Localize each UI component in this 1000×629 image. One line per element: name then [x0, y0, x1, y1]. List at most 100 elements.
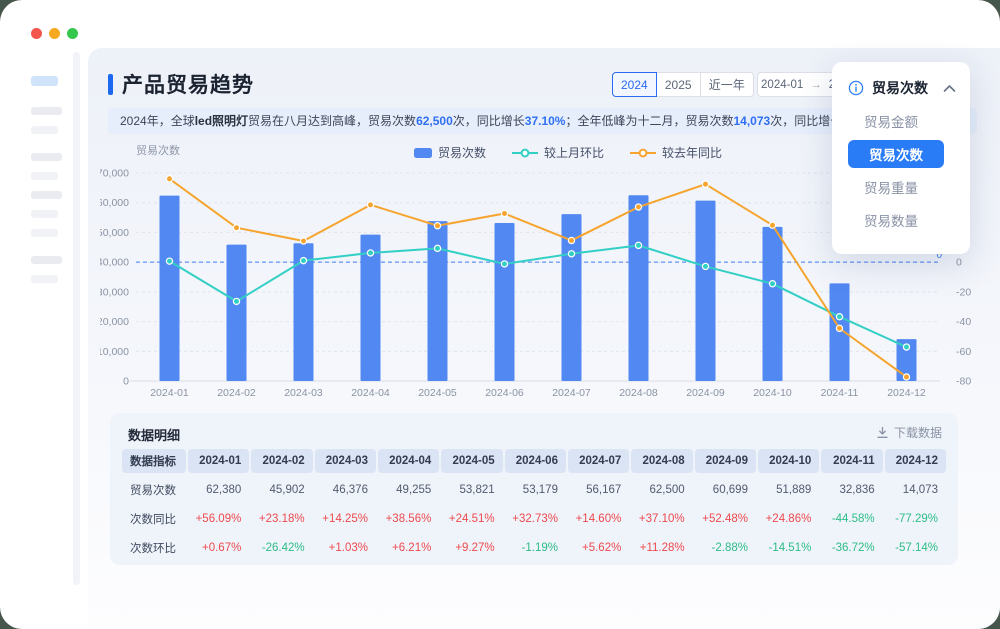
line-marker	[769, 222, 775, 228]
summary-segment: 14,073	[734, 114, 771, 128]
legend-item[interactable]: 贸易次数	[414, 144, 486, 161]
table-value-cell: 49,255	[378, 484, 439, 496]
chevron-up-icon[interactable]	[943, 84, 956, 93]
sidebar-item-active[interactable]	[31, 76, 58, 86]
line-marker	[903, 344, 909, 350]
table-value-cell: 62,380	[188, 484, 249, 496]
table-header-cell: 2024-02	[251, 449, 312, 473]
sidebar-item[interactable]	[31, 153, 62, 161]
table-value-cell: -26.42%	[251, 542, 312, 554]
line-marker	[166, 258, 172, 264]
close-button[interactable]	[31, 28, 42, 39]
left-axis-tick: 10,000	[100, 346, 129, 358]
table-header-cell: 2024-09	[695, 449, 756, 473]
metric-option[interactable]: 贸易次数	[848, 140, 944, 168]
line-marker	[367, 250, 373, 256]
sidebar-scrollbar[interactable]	[73, 52, 80, 585]
sidebar-item[interactable]	[31, 229, 58, 237]
x-axis-label: 2024-10	[753, 387, 792, 399]
line-marker	[166, 176, 172, 182]
tab-2025[interactable]: 2025	[657, 72, 701, 97]
legend-item[interactable]: 较上月环比	[512, 144, 604, 161]
x-axis-label: 2024-01	[150, 387, 189, 399]
sidebar-item[interactable]	[31, 191, 62, 199]
table-header-cell: 数据指标	[122, 449, 186, 473]
minimize-button[interactable]	[49, 28, 60, 39]
table-value-cell: 46,376	[315, 484, 376, 496]
left-axis-tick: 50,000	[100, 227, 129, 239]
summary-segment: 贸易在八月达到高峰，贸易次数	[248, 114, 416, 128]
bar-2024-10	[763, 227, 783, 381]
table-header-cell: 2024-08	[631, 449, 692, 473]
x-axis-label: 2024-06	[485, 387, 524, 399]
x-axis-label: 2024-07	[552, 387, 591, 399]
date-range-start: 2024-01	[761, 79, 803, 91]
row-label-cell: 次数环比	[122, 540, 186, 556]
sidebar-item[interactable]	[31, 107, 62, 115]
sidebar-item[interactable]	[31, 256, 62, 264]
table-header-cell: 2024-10	[758, 449, 819, 473]
tab-recent-year[interactable]: 近一年	[701, 72, 754, 97]
sidebar-item[interactable]	[31, 210, 58, 218]
line-marker	[300, 238, 306, 244]
table-header-row: 数据指标2024-012024-022024-032024-042024-052…	[122, 449, 946, 473]
maximize-button[interactable]	[67, 28, 78, 39]
left-axis-tick: 30,000	[100, 286, 129, 298]
x-axis-label: 2024-09	[686, 387, 725, 399]
metric-option[interactable]: 贸易重量	[846, 173, 956, 201]
title-accent-bar	[108, 74, 113, 95]
legend-item[interactable]: 较去年同比	[630, 144, 722, 161]
table-value-cell: +32.73%	[505, 513, 566, 525]
summary-segment: 37.10%	[525, 114, 566, 128]
bar-2024-06	[495, 223, 515, 381]
table-value-cell: 56,167	[568, 484, 629, 496]
bar-2024-11	[830, 283, 850, 381]
download-label: 下载数据	[894, 424, 942, 441]
table-value-cell: +5.62%	[568, 542, 629, 554]
metric-dropdown-header[interactable]: 贸易次数	[832, 62, 970, 102]
x-axis-label: 2024-04	[351, 387, 390, 399]
legend-label: 较上月环比	[544, 144, 604, 161]
line-marker	[702, 263, 708, 269]
metric-option[interactable]: 贸易数量	[846, 206, 956, 234]
left-axis-tick: 40,000	[100, 257, 129, 269]
line-marker	[501, 210, 507, 216]
line-marker	[769, 281, 775, 287]
legend-label: 贸易次数	[438, 144, 486, 161]
table-value-cell: +24.86%	[758, 513, 819, 525]
sidebar-item[interactable]	[31, 172, 58, 180]
download-data-button[interactable]: 下载数据	[876, 424, 942, 441]
x-axis-label: 2024-12	[887, 387, 926, 399]
line-marker	[903, 374, 909, 380]
page-title: 产品贸易趋势	[122, 69, 254, 99]
table-value-cell: -14.51%	[758, 542, 819, 554]
sidebar-item[interactable]	[31, 275, 58, 283]
summary-segment: 62,500	[416, 114, 453, 128]
metric-dropdown-label: 贸易次数	[872, 78, 928, 98]
line-marker	[300, 258, 306, 264]
metric-option[interactable]: 贸易金额	[846, 107, 956, 135]
table-value-cell: +37.10%	[631, 513, 692, 525]
x-axis-label: 2024-02	[217, 387, 256, 399]
table-value-cell: 53,179	[505, 484, 566, 496]
table-row: 次数环比+0.67%-26.42%+1.03%+6.21%+9.27%-1.19…	[122, 533, 946, 562]
info-icon[interactable]	[848, 80, 864, 96]
table-header-cell: 2024-04	[378, 449, 439, 473]
left-axis-tick: 60,000	[100, 197, 129, 209]
table-value-cell: +9.27%	[441, 542, 502, 554]
table-title: 数据明细	[128, 425, 180, 444]
sidebar-item[interactable]	[31, 126, 58, 134]
table-value-cell: +11.28%	[631, 542, 692, 554]
table-value-cell: 32,836	[821, 484, 882, 496]
right-axis-tick: -20	[956, 286, 971, 298]
table-value-cell: +6.21%	[378, 542, 439, 554]
left-axis-tick: 20,000	[100, 316, 129, 328]
table-value-cell: 45,902	[251, 484, 312, 496]
metric-options-list: 贸易金额贸易次数贸易重量贸易数量	[832, 107, 970, 234]
x-axis-label: 2024-08	[619, 387, 658, 399]
table-header-cell: 2024-07	[568, 449, 629, 473]
legend-label: 较去年同比	[662, 144, 722, 161]
line-marker	[635, 242, 641, 248]
tab-2024[interactable]: 2024	[612, 72, 657, 97]
table-value-cell: -2.88%	[695, 542, 756, 554]
